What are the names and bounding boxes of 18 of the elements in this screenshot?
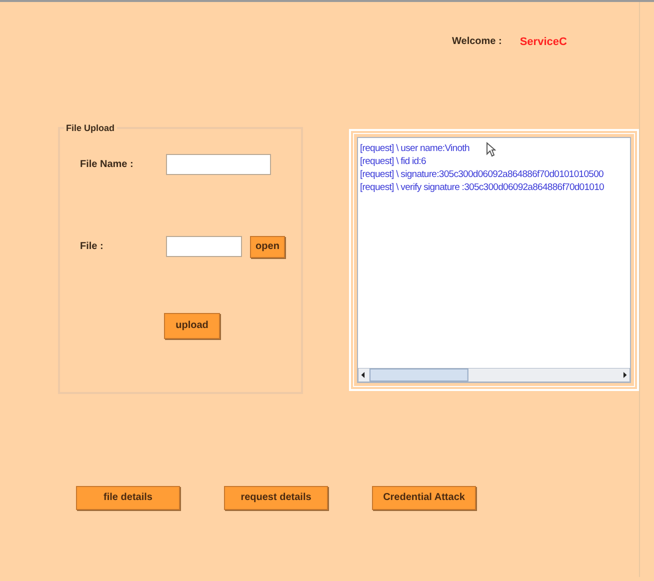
- file-field[interactable]: [166, 236, 242, 257]
- log-line: [request] \ user name:Vinoth: [360, 142, 470, 154]
- cursor-icon: [486, 142, 496, 156]
- panel-title: File Upload: [65, 124, 116, 132]
- open-button[interactable]: open: [250, 236, 285, 258]
- action-button[interactable]: file details: [76, 486, 180, 510]
- field-label: File Name :: [80, 158, 134, 172]
- welcome-label: Welcome :: [452, 35, 502, 49]
- action-button[interactable]: Credential Attack: [372, 486, 476, 510]
- file-name-field[interactable]: [166, 154, 271, 174]
- log-line: [request] \ fid id:6: [360, 154, 426, 168]
- log-line: [request] \ signature:305c300d06092a864886f70d0101010500: [360, 168, 604, 180]
- action-button[interactable]: request details: [224, 486, 328, 510]
- field-label: File :: [80, 240, 104, 254]
- log-line: [request] \ verify signature :305c300d06092a864886f70d01010: [360, 180, 604, 194]
- username: ServiceC: [520, 35, 567, 50]
- upload-button[interactable]: upload: [164, 312, 220, 338]
- horizontal-scrollbar[interactable]: [358, 368, 630, 382]
